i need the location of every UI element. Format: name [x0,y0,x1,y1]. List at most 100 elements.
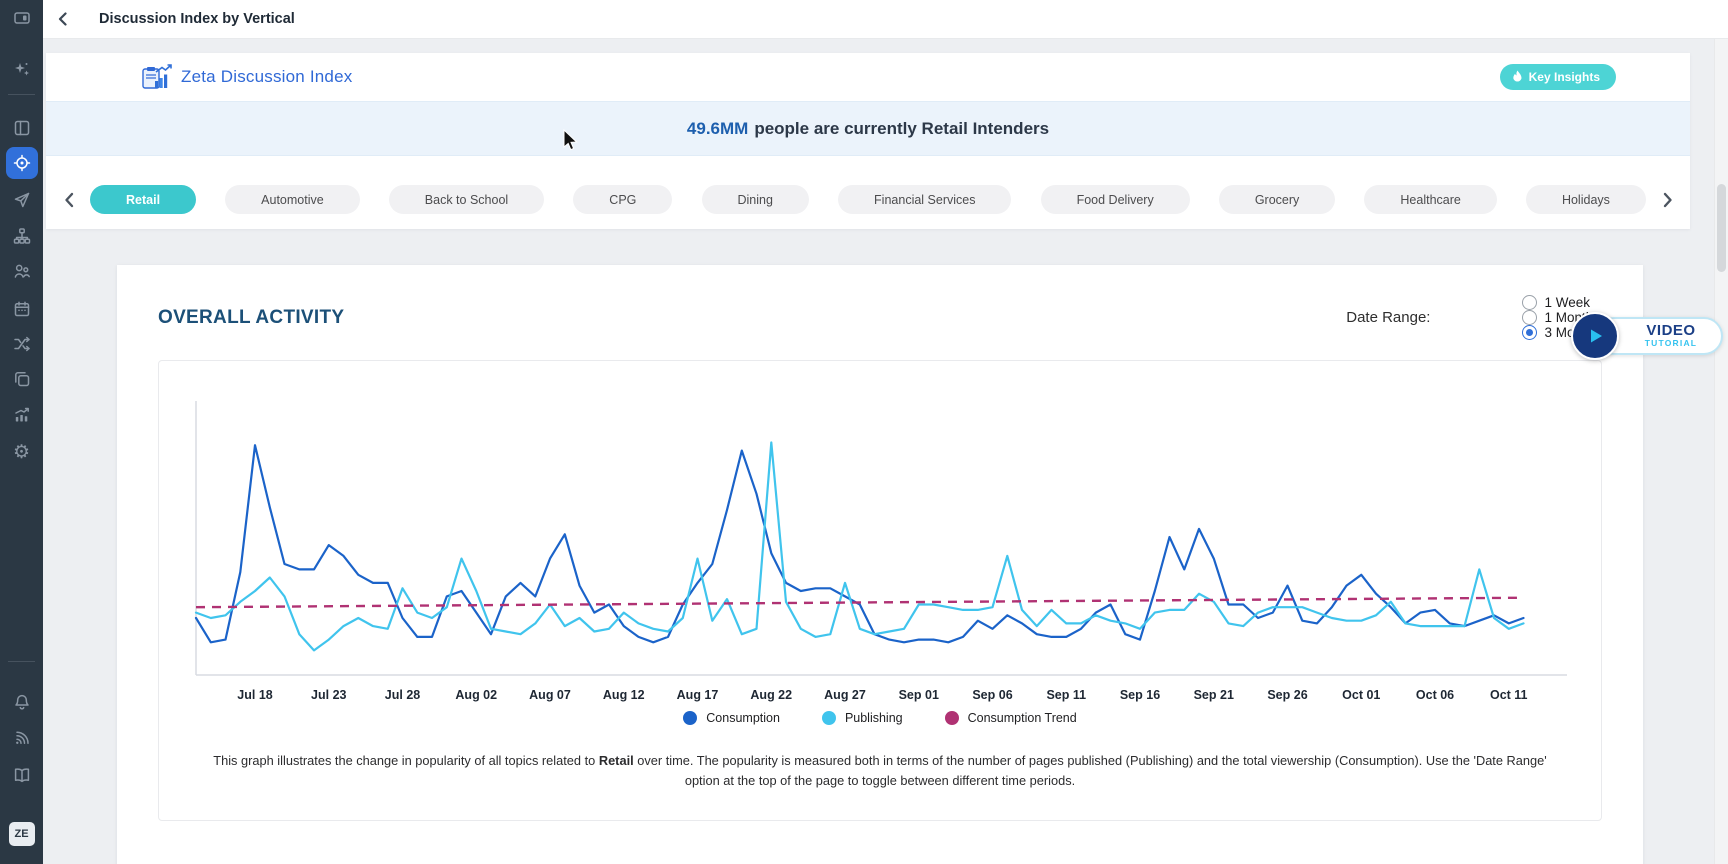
chevron-right-icon [1661,192,1674,208]
svg-text:Oct 06: Oct 06 [1416,688,1454,702]
tab-dining[interactable]: Dining [702,185,809,214]
svg-text:Aug 27: Aug 27 [824,688,866,702]
svg-text:Sep 06: Sep 06 [972,688,1012,702]
tab-holidays[interactable]: Holidays [1526,185,1646,214]
tutorial-label: TUTORIAL [1645,338,1697,348]
video-tutorial-button[interactable]: VIDEO TUTORIAL [1571,312,1723,360]
radio-label: 1 Week [1544,295,1590,310]
legend-label: Consumption Trend [968,711,1077,725]
play-icon [1571,312,1619,360]
scrollbar-thumb[interactable] [1717,184,1726,272]
date-range-control: Date Range: 1 Week1 Month3 Months [1346,295,1600,340]
activity-header: OVERALL ACTIVITY Date Range: 1 Week1 Mon… [117,265,1643,340]
knowledge-base-icon[interactable] [6,759,38,791]
chart-panel: Jul 18 Jul 23 Jul 28 Aug 02 Aug 07 Aug 12 Aug … [158,360,1602,821]
svg-text:Sep 21: Sep 21 [1194,688,1234,702]
date-range-label: Date Range: [1346,309,1430,326]
calendar-icon[interactable] [6,293,38,325]
page-title: Discussion Index by Vertical [99,11,295,27]
back-button[interactable] [43,0,83,39]
chart-legend: Consumption Publishing Consumption Trend [159,711,1601,725]
tab-food-delivery[interactable]: Food Delivery [1041,185,1190,214]
tabs-scroll-left-button[interactable] [56,185,82,215]
description-bold: Retail [599,753,634,768]
legend-dot [945,711,959,725]
bell-icon[interactable] [6,686,38,718]
legend-label: Publishing [845,711,903,725]
settings-icon[interactable]: ⚙ [6,436,38,468]
activity-title: OVERALL ACTIVITY [158,307,344,329]
svg-text:Jul 28: Jul 28 [385,688,420,702]
zeta-discussion-index-logo: Zeta Discussion Index [142,64,352,90]
sidebar-divider-bottom [8,661,35,662]
panel-icon[interactable] [6,2,38,34]
radio-circle [1522,310,1537,325]
sparkles-icon[interactable] [6,53,38,85]
tab-cpg[interactable]: CPG [573,185,672,214]
radio-1-week[interactable]: 1 Week [1522,295,1600,310]
legend-publishing: Publishing [822,711,903,725]
overall-activity-card: OVERALL ACTIVITY Date Range: 1 Week1 Mon… [117,265,1643,864]
tab-healthcare[interactable]: Healthcare [1364,185,1496,214]
intenders-banner: 49.6MM people are currently Retail Inten… [46,101,1690,156]
svg-text:Aug 07: Aug 07 [529,688,571,702]
svg-text:Jul 18: Jul 18 [237,688,272,702]
chevron-left-icon [63,192,76,208]
logo-row: Zeta Discussion Index Key Insights [46,53,1690,101]
svg-text:Sep 11: Sep 11 [1046,688,1086,702]
radio-circle [1522,325,1537,340]
user-avatar[interactable]: ZE [9,822,35,846]
tab-retail[interactable]: Retail [90,185,196,214]
video-label: VIDEO [1646,323,1695,338]
growth-chart-icon[interactable] [6,399,38,431]
chart-description: This graph illustrates the change in pop… [205,751,1555,792]
send-icon[interactable] [6,184,38,216]
flame-icon [1512,70,1523,84]
legend-consumption-trend: Consumption Trend [945,711,1077,725]
branch-icon[interactable] [6,328,38,360]
header-band: Zeta Discussion Index Key Insights 49.6M… [46,53,1690,229]
tab-back-to-school[interactable]: Back to School [389,185,544,214]
description-prefix: This graph illustrates the change in pop… [213,753,599,768]
legend-dot [822,711,836,725]
layers-icon[interactable] [6,363,38,395]
svg-text:Aug 12: Aug 12 [603,688,645,702]
dashboard-icon[interactable] [6,112,38,144]
svg-text:Sep 26: Sep 26 [1267,688,1307,702]
tab-financial-services[interactable]: Financial Services [838,185,1011,214]
main-content: Zeta Discussion Index Key Insights 49.6M… [43,39,1728,864]
svg-text:Oct 01: Oct 01 [1342,688,1380,702]
radio-circle [1522,295,1537,310]
tabs-scroll-right-button[interactable] [1654,185,1680,215]
svg-text:Aug 02: Aug 02 [455,688,497,702]
vertical-tabs-row: Retail Automotive Back to School CPG Dining F… [46,156,1690,229]
svg-text:Oct 11: Oct 11 [1490,688,1528,702]
audience-icon[interactable] [6,255,38,287]
key-insights-label: Key Insights [1529,70,1600,84]
topbar: Discussion Index by Vertical [43,0,1728,39]
hierarchy-icon[interactable] [6,220,38,252]
banner-count: 49.6MM [687,119,748,139]
tab-automotive[interactable]: Automotive [225,185,360,214]
key-insights-button[interactable]: Key Insights [1500,64,1616,90]
target-icon[interactable] [6,147,38,179]
svg-text:Jul 23: Jul 23 [311,688,346,702]
legend-dot [683,711,697,725]
sidebar-divider-top [8,94,35,95]
svg-text:Sep 16: Sep 16 [1120,688,1160,702]
tabs-strip: Retail Automotive Back to School CPG Dining F… [90,185,1646,214]
signal-icon[interactable] [6,722,38,754]
tab-grocery[interactable]: Grocery [1219,185,1335,214]
description-suffix: over time. The popularity is measured bo… [634,753,1547,788]
activity-chart[interactable]: Jul 18 Jul 23 Jul 28 Aug 02 Aug 07 Aug 12 Aug … [159,387,1601,705]
banner-text: people are currently Retail Intenders [754,119,1049,139]
svg-text:Aug 17: Aug 17 [677,688,719,702]
logo-chart-icon [142,64,172,90]
legend-label: Consumption [706,711,780,725]
page-scrollbar[interactable] [1714,39,1728,864]
sidebar: ⚙ ZE [0,0,43,864]
legend-consumption: Consumption [683,711,780,725]
svg-text:Aug 22: Aug 22 [750,688,792,702]
logo-text: Zeta Discussion Index [181,67,352,87]
chevron-left-icon [56,12,70,26]
